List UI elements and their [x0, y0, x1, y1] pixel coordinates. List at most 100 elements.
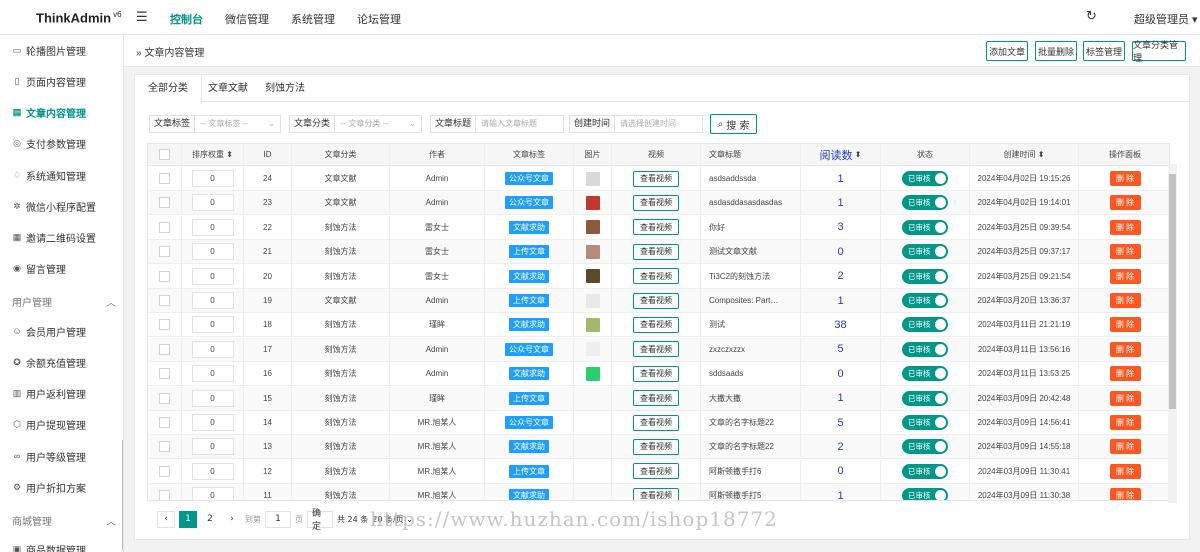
sort-weight-input[interactable]: 0	[191, 218, 234, 236]
table-scrollbar[interactable]	[1168, 164, 1177, 503]
delete-button[interactable]: 删 除	[1109, 341, 1141, 357]
row-checkbox[interactable]	[159, 319, 170, 331]
article-thumbnail[interactable]	[585, 293, 600, 308]
view-video-button[interactable]: 查看视频	[633, 170, 679, 187]
status-toggle[interactable]: 已审核	[902, 366, 948, 382]
status-toggle[interactable]: 已审核	[902, 171, 948, 186]
sort-weight-input[interactable]: 0	[191, 194, 234, 212]
row-checkbox[interactable]	[159, 270, 170, 282]
row-checkbox[interactable]	[159, 490, 170, 500]
view-video-button[interactable]: 查看视频	[633, 341, 679, 358]
view-video-button[interactable]: 查看视频	[633, 243, 679, 260]
col-created[interactable]: 创建时间 ⬍	[970, 144, 1079, 165]
tag-filter[interactable]: 文章标签 -- 文章标签 -- ⌄	[149, 115, 281, 133]
page-2-button[interactable]: 2	[201, 510, 219, 528]
batch-delete-button[interactable]: 批量删除	[1035, 41, 1077, 61]
article-thumbnail[interactable]	[585, 244, 600, 259]
sidebar-item-levels[interactable]: ∞ 用户等级管理	[12, 448, 86, 464]
title-filter[interactable]: 文章标题 请输入文章标题	[430, 115, 564, 133]
scrollbar-thumb[interactable]	[1169, 174, 1176, 409]
search-button[interactable]: ⌕ 搜 索	[710, 114, 757, 134]
status-toggle[interactable]: 已审核	[902, 293, 948, 308]
article-thumbnail[interactable]	[585, 342, 600, 357]
sidebar-item-goods[interactable]: ▣ 商品数据管理	[12, 541, 86, 552]
sort-weight-input[interactable]: 0	[191, 487, 234, 500]
sort-weight-input[interactable]: 0	[191, 414, 234, 431]
row-checkbox[interactable]	[159, 417, 170, 428]
sidebar-item-withdraw[interactable]: ⬡ 用户提现管理	[12, 416, 86, 432]
delete-button[interactable]: 删 除	[1109, 488, 1141, 500]
row-checkbox[interactable]	[159, 221, 170, 233]
view-video-button[interactable]: 查看视频	[633, 487, 679, 500]
view-video-button[interactable]: 查看视频	[633, 268, 679, 285]
col-reads[interactable]: 阅读数 ⬍	[801, 144, 881, 165]
page-input[interactable]: 1	[265, 510, 291, 528]
delete-button[interactable]: 删 除	[1109, 268, 1141, 284]
date-filter[interactable]: 创建时间 请选择创建时间	[569, 115, 703, 133]
view-video-button[interactable]: 查看视频	[633, 414, 679, 431]
article-thumbnail[interactable]	[585, 195, 600, 210]
next-page-button[interactable]: ›	[223, 510, 241, 528]
status-toggle[interactable]: 已审核	[902, 439, 948, 455]
sort-weight-input[interactable]: 0	[191, 389, 234, 407]
view-video-button[interactable]: 查看视频	[633, 463, 679, 480]
sidebar-item-miniapp[interactable]: ✲ 微信小程序配置	[12, 198, 96, 214]
nav-dashboard[interactable]: 控制台	[170, 11, 203, 27]
status-toggle[interactable]: 已审核	[902, 415, 948, 430]
delete-button[interactable]: 删 除	[1109, 463, 1141, 479]
sidebar-item-payment[interactable]: ◎ 支付参数管理	[12, 135, 86, 151]
sort-weight-input[interactable]: 0	[191, 170, 234, 187]
sidebar-item-banner[interactable]: ▭ 轮播图片管理	[12, 42, 86, 58]
sort-weight-input[interactable]: 0	[191, 365, 234, 383]
tab-etching[interactable]: 刻蚀方法	[252, 75, 318, 102]
sort-weight-input[interactable]: 0	[191, 267, 234, 285]
tab-all[interactable]: 全部分类	[135, 75, 202, 103]
status-toggle[interactable]: 已审核	[902, 195, 948, 211]
prev-page-button[interactable]: ‹	[157, 510, 175, 528]
row-checkbox[interactable]	[159, 465, 170, 477]
status-toggle[interactable]: 已审核	[902, 463, 948, 479]
sidebar-item-members[interactable]: ☺ 会员用户管理	[12, 323, 86, 339]
status-toggle[interactable]: 已审核	[902, 317, 948, 333]
article-thumbnail[interactable]	[585, 366, 600, 381]
view-video-button[interactable]: 查看视频	[633, 390, 679, 407]
nav-system[interactable]: 系统管理	[291, 11, 335, 27]
delete-button[interactable]: 删 除	[1109, 195, 1141, 211]
sort-weight-input[interactable]: 0	[191, 438, 234, 456]
user-menu[interactable]: 超级管理员 ▾	[1134, 11, 1198, 27]
row-checkbox[interactable]	[159, 173, 170, 184]
sidebar-item-rebate[interactable]: ▥ 用户返利管理	[12, 385, 86, 401]
delete-button[interactable]: 删 除	[1109, 415, 1141, 430]
view-video-button[interactable]: 查看视频	[633, 438, 679, 455]
sidebar-item-discount[interactable]: ⚙ 用户折扣方案	[12, 479, 86, 495]
page-1-button[interactable]: 1	[179, 510, 197, 528]
row-checkbox[interactable]	[159, 295, 170, 306]
sort-weight-input[interactable]: 0	[191, 462, 234, 480]
tag-manage-button[interactable]: 标签管理	[1083, 41, 1125, 61]
category-manage-button[interactable]: 文章分类管理	[1132, 40, 1186, 63]
status-toggle[interactable]: 已审核	[902, 244, 948, 260]
sidebar-group-users[interactable]: 用户管理 ︿	[12, 294, 116, 309]
article-thumbnail[interactable]	[585, 269, 600, 284]
select-all-checkbox[interactable]	[159, 149, 170, 160]
status-toggle[interactable]: 已审核	[902, 219, 948, 235]
sort-weight-input[interactable]: 0	[191, 292, 234, 309]
status-toggle[interactable]: 已审核	[902, 341, 948, 357]
delete-button[interactable]: 删 除	[1109, 293, 1141, 308]
sidebar-item-pages[interactable]: ▯ 页面内容管理	[12, 73, 86, 89]
sort-weight-input[interactable]: 0	[191, 316, 234, 334]
delete-button[interactable]: 删 除	[1109, 244, 1141, 260]
category-filter[interactable]: 文章分类 -- 文章分类 -- ⌄	[289, 115, 422, 133]
view-video-button[interactable]: 查看视频	[633, 194, 679, 211]
view-video-button[interactable]: 查看视频	[633, 365, 679, 382]
sidebar-scrollbar[interactable]	[122, 440, 123, 550]
delete-button[interactable]: 删 除	[1109, 390, 1141, 406]
article-thumbnail[interactable]	[585, 220, 600, 235]
goto-confirm-button[interactable]: 确定	[307, 509, 333, 532]
row-checkbox[interactable]	[159, 441, 170, 453]
view-video-button[interactable]: 查看视频	[633, 219, 679, 236]
row-checkbox[interactable]	[159, 368, 170, 380]
status-toggle[interactable]: 已审核	[902, 488, 948, 500]
row-checkbox[interactable]	[159, 343, 170, 355]
delete-button[interactable]: 删 除	[1109, 439, 1141, 455]
